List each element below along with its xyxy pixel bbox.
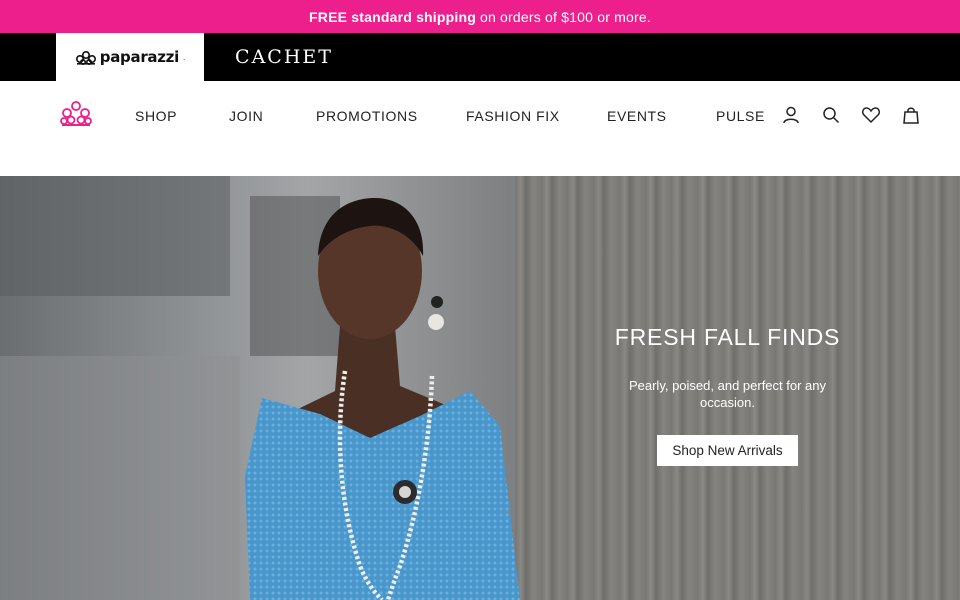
nav-item-shop[interactable]: SHOP [135,108,177,124]
brand-switcher: paparazzi . CACHET [0,33,960,81]
promo-bar: FREE standard shipping on orders of $100… [0,0,960,33]
cachet-wordmark: CACHET [235,46,333,68]
hero-banner: FRESH FALL FINDS Pearly, poised, and per… [0,176,960,600]
hero-subtitle: Pearly, poised, and perfect for any occa… [628,378,827,410]
brand-tab-cachet[interactable]: CACHET [224,33,344,81]
hero-copy: FRESH FALL FINDS Pearly, poised, and per… [605,324,850,466]
nav-item-pulse[interactable]: PULSE [716,108,765,124]
promo-text: on orders of $100 or more. [480,8,651,25]
shop-new-arrivals-button[interactable]: Shop New Arrivals [657,435,798,466]
registered-mark: . [182,52,186,62]
account-icon[interactable] [781,105,801,125]
hero-model-image [0,176,520,600]
nav-item-fashion-fix[interactable]: FASHION FIX [466,108,560,124]
crown-icon [75,50,96,65]
promo-bold-text: FREE standard shipping [309,8,476,25]
paparazzi-crown-logo[interactable] [60,99,92,129]
nav-item-join[interactable]: JOIN [229,108,263,124]
nav-item-promotions[interactable]: PROMOTIONS [316,108,418,124]
hero-title: FRESH FALL FINDS [614,324,841,350]
nav-item-events[interactable]: EVENTS [607,108,667,124]
search-icon[interactable] [821,105,841,125]
brand-tab-paparazzi[interactable]: paparazzi . [56,33,204,81]
bag-icon[interactable] [901,105,921,125]
heart-icon[interactable] [861,105,881,125]
main-navigation: SHOP JOIN PROMOTIONS FASHION FIX EVENTS … [0,81,960,176]
paparazzi-logo: paparazzi . [75,48,185,66]
paparazzi-wordmark: paparazzi [99,48,179,66]
